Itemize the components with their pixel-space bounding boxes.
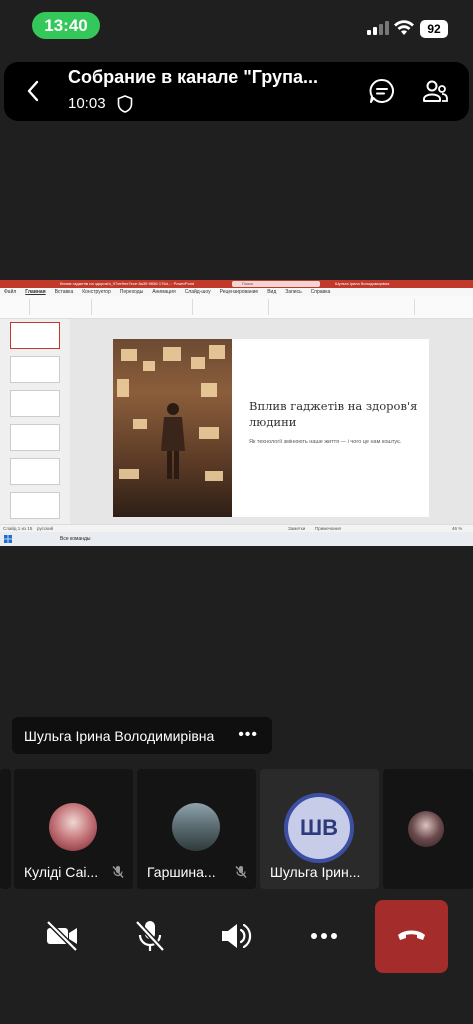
ppt-tab-home[interactable]: Главная (25, 289, 45, 295)
speaker-name-label[interactable]: Шульга Ірина Володимирівна ••• (12, 717, 272, 754)
ppt-ribbon (0, 296, 473, 319)
slide-counter: Слайд 1 из 15 (3, 526, 33, 531)
ppt-search-box[interactable]: Поиск (232, 281, 320, 287)
ppt-tab-slideshow[interactable]: Слайд-шоу (185, 289, 211, 295)
taskbar-all-commands[interactable]: Все команды (60, 536, 91, 542)
chat-icon[interactable] (368, 77, 396, 105)
slide-thumbnail[interactable] (10, 322, 60, 349)
windows-start-icon[interactable] (4, 535, 12, 543)
hang-up-icon (398, 930, 425, 940)
back-arrow-icon[interactable] (22, 79, 46, 103)
ribbon-paste-group[interactable] (4, 299, 30, 315)
participant-avatar: ШВ (284, 793, 354, 863)
status-time: 13:40 (32, 12, 100, 39)
ppt-tab-design[interactable]: Конструктор (82, 289, 111, 295)
end-call-button[interactable] (375, 900, 448, 973)
ppt-tab-animation[interactable]: Анимация (152, 289, 175, 295)
slide-thumbnail[interactable] (10, 492, 60, 519)
ppt-tab-transitions[interactable]: Переходы (120, 289, 143, 295)
ribbon-font-group[interactable] (98, 299, 193, 315)
shared-screen[interactable]: Вплив гаджетів на здоров'я_97ee9ee7ece·8… (0, 280, 473, 546)
speaker-icon[interactable] (216, 916, 256, 956)
participant-tile[interactable]: Гаршина... (137, 769, 256, 889)
meeting-title[interactable]: Собрание в канале "Група... (68, 67, 353, 93)
ribbon-editing-group[interactable] (421, 299, 469, 315)
language-indicator: русский (37, 526, 54, 531)
participant-tile[interactable]: Куліді Саі... (14, 769, 133, 889)
ppt-app-title: Вплив гаджетів на здоров'я_97ee9ee7ece·8… (60, 281, 195, 286)
shield-icon[interactable] (117, 95, 133, 113)
wifi-icon (394, 20, 414, 35)
participant-tile-active[interactable]: ШВ Шульга Ірин... (260, 769, 379, 889)
participant-initials: ШВ (300, 815, 338, 840)
participant-tile-partial[interactable] (0, 769, 11, 889)
ppt-search-placeholder: Поиск (242, 281, 254, 286)
mic-off-icon (235, 866, 247, 878)
slide-title: Вплив гаджетів на здоров'я людини (249, 399, 418, 429)
camera-off-icon[interactable] (42, 916, 82, 956)
slide-thumbnail[interactable] (10, 458, 60, 485)
ribbon-paragraph-group[interactable] (199, 299, 269, 315)
more-actions-icon[interactable] (304, 916, 344, 956)
ppt-tab-file[interactable]: Файл (4, 289, 16, 295)
slide-thumbnail[interactable] (10, 356, 60, 383)
notes-button[interactable]: Заметки (288, 526, 305, 531)
participant-tile[interactable] (383, 769, 473, 889)
ppt-tab-review[interactable]: Рецензирование (220, 289, 259, 295)
comments-button[interactable]: Примечания (315, 526, 341, 531)
ribbon-slides-group[interactable] (36, 299, 92, 315)
ppt-title-bar: Вплив гаджетів на здоров'я_97ee9ee7ece·8… (0, 280, 473, 288)
ppt-tab-record[interactable]: Запись (285, 289, 301, 295)
ppt-slide-thumbnails (0, 319, 70, 524)
speaker-name: Шульга Ірина Володимирівна (24, 727, 215, 744)
ppt-tab-help[interactable]: Справка (311, 289, 331, 295)
slide-subtitle: Як технології змінюють наше життя — і чо… (249, 439, 402, 445)
zoom-level[interactable]: 46 % (452, 526, 462, 531)
ppt-user-name: Шульга Ірина Володимирівна (335, 281, 390, 286)
more-options-icon[interactable]: ••• (238, 726, 258, 744)
participants-icon[interactable] (421, 78, 449, 106)
person-silhouette (161, 403, 185, 479)
participant-name: Гаршина... (147, 864, 216, 880)
participant-name: Куліді Саі... (24, 864, 99, 880)
slide-thumbnail[interactable] (10, 390, 60, 417)
ppt-tab-insert[interactable]: Вставка (55, 289, 74, 295)
ppt-status-bar: Слайд 1 из 15 русский Заметки Примечания… (0, 524, 473, 532)
meeting-elapsed-time: 10:03 (68, 95, 106, 112)
participant-avatar (172, 803, 220, 851)
ppt-tab-view[interactable]: Вид (267, 289, 276, 295)
slide-image (113, 339, 232, 517)
mic-off-icon (112, 866, 124, 878)
slide-thumbnail[interactable] (10, 424, 60, 451)
ppt-ribbon-tabs: Файл Главная Вставка Конструктор Переход… (0, 288, 473, 296)
mic-off-icon[interactable] (130, 916, 170, 956)
ribbon-drawing-group[interactable] (275, 299, 415, 315)
cellular-signal-icon (367, 21, 389, 35)
participant-avatar (408, 811, 444, 847)
battery-indicator: 92 (420, 20, 448, 38)
participant-name: Шульга Ірин... (270, 864, 361, 880)
windows-taskbar: Все команды (0, 532, 473, 546)
participant-avatar (49, 803, 97, 851)
